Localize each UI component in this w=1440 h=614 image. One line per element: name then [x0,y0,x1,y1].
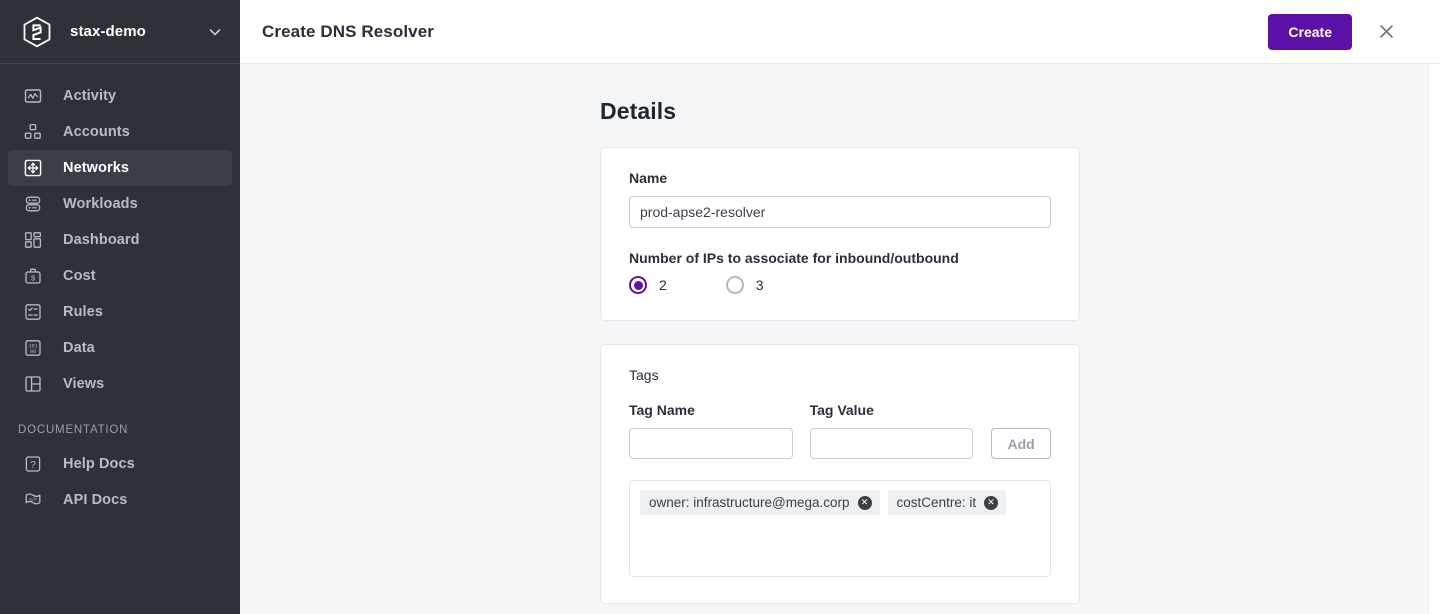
activity-chart-icon [22,85,44,107]
radio-label: 3 [755,277,764,293]
tag-name-input[interactable] [629,428,793,459]
form-column: Details Name Number of IPs to associate … [600,98,1080,604]
sidebar-item-views[interactable]: Views [8,366,232,402]
sidebar-section-documentation: DOCUMENTATION [18,424,129,436]
stax-hexagon-logo-icon [22,16,52,48]
add-tag-button[interactable]: Add [991,428,1051,459]
sidebar-item-label: Cost [63,268,96,284]
tag-value-label: Tag Value [809,402,874,418]
tag-chip-label: costCentre: it [896,495,977,510]
sidebar-item-label: Help Docs [63,456,135,472]
sidebar-item-data[interactable]: 101 00 Data [8,330,232,366]
create-button[interactable]: Create [1268,13,1352,50]
sidebar-nav: Activity Accounts Networks Workloads Das… [0,64,240,518]
sidebar-item-label: Dashboard [63,232,140,248]
sidebar-item-label: Data [63,340,95,356]
topbar-actions: Create [1268,13,1400,50]
workloads-server-icon [22,193,44,215]
name-label: Name [629,170,668,186]
sidebar-item-networks[interactable]: Networks [8,150,232,186]
sidebar-item-help-docs[interactable]: ? Help Docs [8,446,232,482]
details-heading: Details [600,98,677,124]
ip-count-label: Number of IPs to associate for inbound/o… [629,250,959,266]
help-question-icon: ? [22,453,44,475]
topbar: Create DNS Resolver Create [240,0,1440,64]
tags-card: Tags Tag Name Tag Value Add owner: infra… [600,344,1080,604]
api-code-flag-icon: </> [22,489,44,511]
sidebar-item-workloads[interactable]: Workloads [8,186,232,222]
chevron-down-icon[interactable] [206,23,224,41]
tag-value-field: Tag Value [809,402,974,459]
cost-briefcase-dollar-icon: $ [22,265,44,287]
name-input[interactable] [629,196,1051,228]
close-x-icon[interactable] [1372,18,1400,46]
ip-count-option-3[interactable]: 3 [725,276,764,294]
sidebar-item-rules[interactable]: Rules [8,294,232,330]
content-scroll-area[interactable]: Details Name Number of IPs to associate … [240,64,1440,614]
svg-text:$: $ [31,274,35,283]
content-scrollbar-gutter[interactable] [1428,64,1440,614]
sidebar-item-api-docs[interactable]: </> API Docs [8,482,232,518]
sidebar-item-label: Networks [63,160,130,176]
svg-text:</>: </> [29,497,37,503]
main-panel: Create DNS Resolver Create Details Name [240,0,1440,614]
data-binary-icon: 101 00 [22,337,44,359]
networks-move-icon [22,157,44,179]
sidebar: stax-demo Activity Accounts Networks Wor… [0,0,240,614]
sidebar-item-activity[interactable]: Activity [8,78,232,114]
sidebar-item-accounts[interactable]: Accounts [8,114,232,150]
sidebar-item-cost[interactable]: $ Cost [8,258,232,294]
app-root: stax-demo Activity Accounts Networks Wor… [0,0,1440,614]
sidebar-item-label: Views [63,376,105,392]
accounts-grid-icon [22,121,44,143]
sidebar-item-label: Activity [63,88,117,104]
dashboard-layout-icon [22,229,44,251]
tag-chip-list: owner: infrastructure@mega.corp ✕ costCe… [629,480,1051,577]
ip-count-radio-group: 2 3 [629,276,1051,294]
svg-text:00: 00 [30,349,36,355]
remove-x-icon[interactable]: ✕ [984,495,999,510]
radio-selected-icon [629,276,647,294]
ip-count-option-2[interactable]: 2 [629,276,667,294]
sidebar-item-dashboard[interactable]: Dashboard [8,222,232,258]
sidebar-item-label: Rules [63,304,103,320]
radio-unselected-icon [725,276,744,294]
brand-switcher[interactable]: stax-demo [0,0,240,64]
svg-text:?: ? [30,460,36,471]
sidebar-item-label: API Docs [63,492,128,508]
tag-input-row: Tag Name Tag Value Add [629,402,1051,459]
remove-x-icon[interactable]: ✕ [857,495,872,510]
tags-title: Tags [629,367,659,383]
sidebar-item-label: Accounts [63,124,130,140]
radio-label: 2 [659,277,667,293]
tag-chip: costCentre: it ✕ [887,490,1007,515]
rules-checklist-icon [22,301,44,323]
tag-value-input[interactable] [809,428,974,459]
content-inner: Details Name Number of IPs to associate … [240,64,1440,604]
views-panel-icon [22,373,44,395]
tag-name-field: Tag Name [629,402,793,459]
details-card: Name Number of IPs to associate for inbo… [600,147,1080,321]
page-title: Create DNS Resolver [262,21,434,41]
tag-chip-label: owner: infrastructure@mega.corp [649,495,850,510]
brand-name: stax-demo [70,23,146,40]
tag-chip: owner: infrastructure@mega.corp ✕ [640,490,880,515]
tag-name-label: Tag Name [629,402,695,418]
sidebar-item-label: Workloads [63,196,138,212]
